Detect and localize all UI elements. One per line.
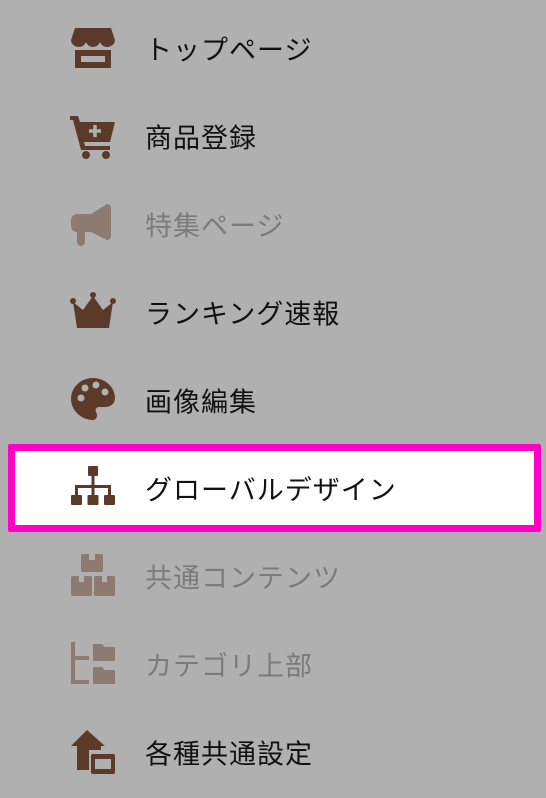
menu-item-top-page[interactable]: トップページ bbox=[0, 4, 546, 92]
menu-item-common-contents[interactable]: 共通コンテンツ bbox=[0, 532, 546, 620]
menu-item-label: ランキング速報 bbox=[145, 299, 341, 331]
menu-item-label: カテゴリ上部 bbox=[145, 651, 313, 683]
boxes-icon bbox=[68, 551, 118, 601]
menu-item-global-design[interactable]: グローバルデザイン bbox=[0, 444, 546, 532]
crown-icon bbox=[68, 287, 118, 337]
menu-item-label: 共通コンテンツ bbox=[145, 563, 341, 595]
folder-tree-icon bbox=[68, 639, 118, 689]
menu-item-label: トップページ bbox=[145, 35, 313, 67]
menu-item-common-settings[interactable]: 各種共通設定 bbox=[0, 708, 546, 796]
house-setting-icon bbox=[68, 727, 118, 777]
menu-item-label: 特集ページ bbox=[145, 211, 285, 243]
menu-item-label: 商品登録 bbox=[145, 123, 257, 155]
menu-item-label: グローバルデザイン bbox=[145, 475, 397, 507]
menu-item-category-top[interactable]: カテゴリ上部 bbox=[0, 620, 546, 708]
cart-plus-icon bbox=[68, 111, 118, 161]
store-icon bbox=[68, 23, 118, 73]
sidebar-menu: トップページ 商品登録 特集ページ ランキング速報 画像編集 グローバルデザイン… bbox=[0, 0, 546, 798]
menu-item-product-registration[interactable]: 商品登録 bbox=[0, 92, 546, 180]
menu-item-label: 画像編集 bbox=[145, 387, 257, 419]
sitemap-icon bbox=[68, 463, 118, 513]
menu-item-feature-page[interactable]: 特集ページ bbox=[0, 180, 546, 268]
megaphone-icon bbox=[68, 199, 118, 249]
menu-item-label: 各種共通設定 bbox=[145, 739, 313, 771]
menu-item-image-editing[interactable]: 画像編集 bbox=[0, 356, 546, 444]
menu-item-ranking[interactable]: ランキング速報 bbox=[0, 268, 546, 356]
palette-icon bbox=[68, 375, 118, 425]
